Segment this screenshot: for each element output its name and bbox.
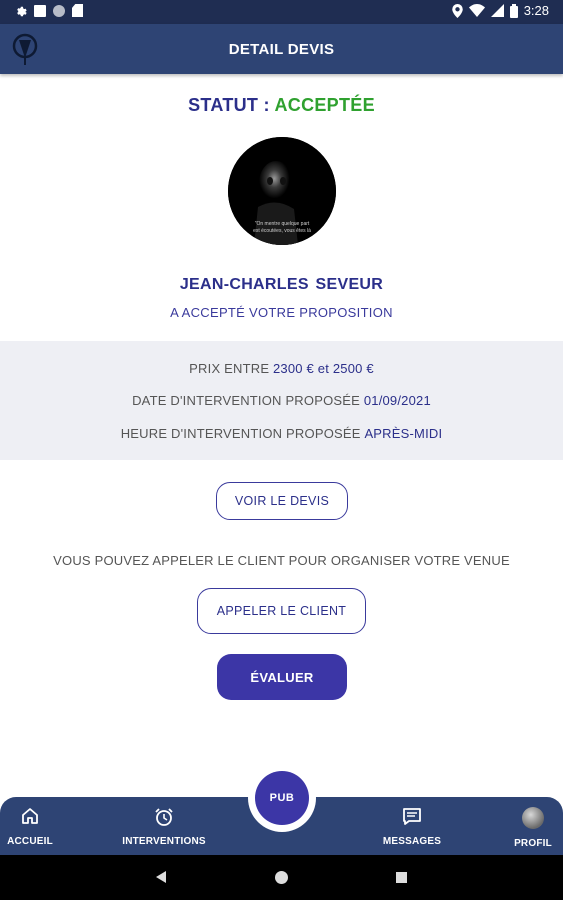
- client-status-message: A ACCEPTÉ VOTRE PROPOSITION: [170, 305, 393, 320]
- date-row: DATE D'INTERVENTION PROPOSÉE 01/09/2021: [0, 393, 563, 408]
- nav-label-profil: PROFIL: [514, 838, 552, 849]
- nav-label-messages: MESSAGES: [382, 836, 442, 847]
- sd-card-icon: [72, 4, 83, 17]
- page-title: DETAIL DEVIS: [228, 41, 335, 58]
- price-label: PRIX ENTRE: [189, 361, 270, 376]
- profile-avatar: [522, 807, 544, 829]
- back-icon[interactable]: [156, 871, 166, 883]
- system-indicators: 3:28: [451, 3, 549, 18]
- nav-item-accueil[interactable]: ACCUEIL: [5, 807, 55, 847]
- app-notification-icon: [34, 4, 46, 17]
- status-value: ACCEPTÉE: [274, 95, 375, 115]
- nav-label-accueil: ACCUEIL: [7, 836, 53, 847]
- client-name: JEAN-CHARLES SEVEUR: [179, 276, 384, 293]
- time-label: HEURE D'INTERVENTION PROPOSÉE: [120, 426, 361, 441]
- pub-button[interactable]: PUB: [255, 771, 309, 825]
- recent-apps-icon[interactable]: [396, 872, 407, 883]
- rate-button[interactable]: ÉVALUER: [217, 654, 347, 700]
- client-photo: "On mentre quelque part est écoutées, vo…: [228, 137, 336, 245]
- client-avatar: "On mentre quelque part est écoutées, vo…: [228, 137, 336, 245]
- call-client-button[interactable]: APPELER LE CLIENT: [197, 588, 366, 634]
- photo-caption-2: est écoutées, vous êtes là: [253, 228, 311, 234]
- home-icon: [22, 808, 38, 824]
- clock-time: 3:28: [523, 3, 549, 18]
- price-max: 2500 €: [332, 361, 374, 376]
- status-label: STATUT :: [188, 95, 270, 115]
- location-icon: [451, 3, 463, 18]
- time-value: APRÈS-MIDI: [364, 426, 443, 441]
- settings-icon: [17, 6, 27, 17]
- date-label: DATE D'INTERVENTION PROPOSÉE: [132, 393, 361, 408]
- date-value: 01/09/2021: [363, 393, 431, 408]
- nav-label-interventions: INTERVENTIONS: [122, 836, 206, 847]
- alarm-clock-icon: [155, 808, 173, 826]
- circle-notification-icon: [53, 4, 65, 17]
- time-row: HEURE D'INTERVENTION PROPOSÉE APRÈS-MIDI: [0, 426, 563, 441]
- system-status-bar: 3:28: [0, 0, 563, 24]
- nav-item-profil[interactable]: PROFIL: [510, 807, 556, 849]
- wifi-icon: [468, 4, 485, 17]
- view-quote-button[interactable]: VOIR LE DEVIS: [216, 482, 348, 520]
- battery-icon: [509, 3, 518, 18]
- quote-details-panel: PRIX ENTRE 2300 € et 2500 € DATE D'INTER…: [0, 341, 563, 460]
- home-circle-icon[interactable]: [275, 871, 288, 884]
- photo-caption-1: "On mentre quelque part: [255, 221, 310, 227]
- nav-item-messages[interactable]: MESSAGES: [380, 807, 444, 847]
- price-min: 2300 €: [273, 361, 314, 376]
- price-separator: et: [317, 361, 330, 376]
- quote-status: STATUT : ACCEPTÉE: [0, 95, 563, 116]
- system-navigation-bar: [0, 855, 563, 900]
- app-header: DETAIL DEVIS: [0, 24, 563, 74]
- nav-item-interventions[interactable]: INTERVENTIONS: [118, 807, 210, 847]
- notification-icons: [14, 4, 83, 17]
- price-range-row: PRIX ENTRE 2300 € et 2500 €: [0, 361, 563, 376]
- call-client-note: VOUS POUVEZ APPELER LE CLIENT POUR ORGAN…: [53, 553, 510, 568]
- message-icon: [403, 808, 421, 825]
- signal-icon: [490, 4, 504, 17]
